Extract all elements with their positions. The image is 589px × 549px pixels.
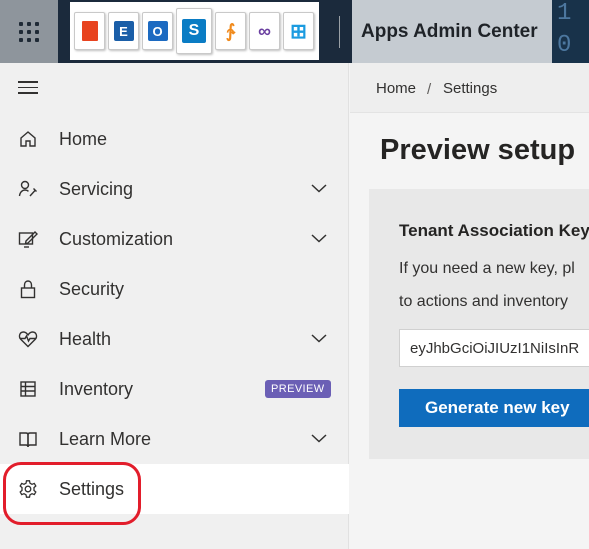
breadcrumb: Home / Settings <box>350 63 589 113</box>
sidebar-item-label: Home <box>59 128 108 149</box>
app-launcher-button[interactable] <box>0 0 58 63</box>
app-launcher-icon <box>19 21 39 42</box>
generate-new-key-button[interactable]: Generate new key <box>399 389 589 427</box>
sidebar-item-health[interactable]: Health <box>0 314 349 364</box>
chevron-down-icon[interactable] <box>311 333 327 343</box>
sidebar-item-inventory[interactable]: Inventory PREVIEW <box>0 364 349 414</box>
sidebar-item-security[interactable]: Security <box>0 264 349 314</box>
home-icon <box>20 131 36 147</box>
tenant-key-field[interactable] <box>399 329 589 367</box>
exchange-icon: E <box>108 12 139 50</box>
header-decoration: 1 0 <box>552 0 589 63</box>
sidebar-item-label: Learn More <box>59 428 152 449</box>
sidebar-item-label: Servicing <box>59 178 134 199</box>
outlook-icon: O <box>142 12 173 50</box>
top-bar: E O S ∱ ∞ ⊞ Apps Admin Center 1 0 <box>0 0 589 63</box>
sidebar-item-label: Security <box>59 278 125 299</box>
page-title: Preview setup <box>380 134 576 166</box>
app-title: Apps Admin Center <box>361 20 538 42</box>
breadcrumb-separator: / <box>427 81 432 98</box>
visual-studio-icon: ∞ <box>249 12 280 50</box>
chevron-down-icon[interactable] <box>311 233 327 243</box>
sidebar-item-home[interactable]: Home <box>0 114 349 164</box>
book-icon <box>19 432 37 448</box>
sidebar-item-label: Customization <box>59 228 174 249</box>
main-content: Home / Settings Preview setup Tenant Ass… <box>350 63 589 549</box>
table-icon <box>20 381 36 397</box>
app-title-area: Apps Admin Center <box>352 0 552 63</box>
heart-pulse-icon <box>18 331 38 348</box>
deco-digit: 0 <box>557 32 572 59</box>
sidebar: Home Servicing Customization Security He… <box>0 63 349 549</box>
product-logo-banner: E O S ∱ ∞ ⊞ <box>70 2 319 60</box>
gear-icon <box>19 480 37 498</box>
sidebar-item-customization[interactable]: Customization <box>0 214 349 264</box>
wrench-person-icon <box>18 180 37 197</box>
chevron-down-icon[interactable] <box>311 183 327 193</box>
sidebar-item-learn-more[interactable]: Learn More <box>0 414 349 464</box>
windows-icon: ⊞ <box>283 12 314 50</box>
breadcrumb-current: Settings <box>443 80 498 97</box>
card-description-line: If you need a new key, pl <box>399 260 575 277</box>
deco-digit: 1 <box>557 0 572 27</box>
sidebar-item-servicing[interactable]: Servicing <box>0 164 349 214</box>
sidebar-item-label: Health <box>59 328 112 349</box>
card-heading: Tenant Association Key <box>399 221 589 240</box>
card-description-line: to actions and inventory <box>399 293 568 310</box>
squiggle-icon: ∱ <box>215 12 246 50</box>
edit-screen-icon <box>18 231 38 248</box>
header-divider <box>339 16 340 48</box>
sidebar-item-label: Inventory <box>59 378 134 399</box>
lock-icon <box>20 280 36 299</box>
breadcrumb-home-link[interactable]: Home <box>376 80 416 97</box>
sharepoint-icon: S <box>176 8 212 54</box>
chevron-down-icon[interactable] <box>311 433 327 443</box>
office-icon <box>74 12 105 50</box>
sidebar-item-label: Settings <box>59 478 125 499</box>
sidebar-item-settings[interactable]: Settings <box>0 464 349 514</box>
preview-badge: PREVIEW <box>265 380 331 398</box>
hamburger-icon[interactable] <box>18 81 38 95</box>
